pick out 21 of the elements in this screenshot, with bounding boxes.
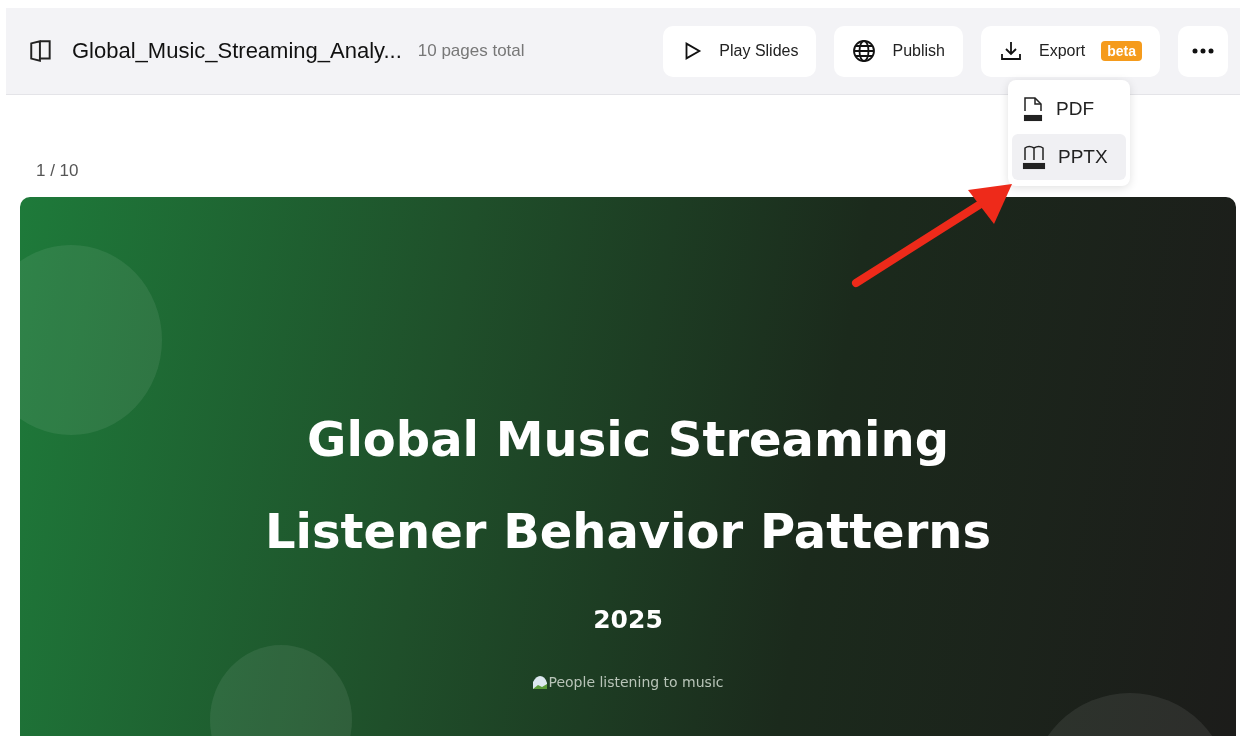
beta-badge: beta [1101,41,1142,61]
document-title: Global_Music_Streaming_Analy... [72,38,402,64]
globe-icon [852,39,877,63]
menu-item[interactable]: PDF [1012,86,1126,132]
pdf-file-icon [1020,95,1046,123]
page-indicator: 1 / 10 [36,161,80,181]
play-button[interactable]: Play Slides [663,25,817,77]
menu-item[interactable]: PPTX [1012,134,1126,180]
broken-image-icon [532,674,549,690]
slide-title: Global Music Streaming [307,410,949,469]
download-icon [998,39,1023,63]
image-alt-text: People listening to music [548,674,724,690]
book-icon [28,38,54,64]
export-button[interactable]: Export beta [980,25,1160,77]
slide-year: 2025 [593,605,663,634]
more-button[interactable] [1178,25,1228,77]
slide-title: Listener Behavior Patterns [264,502,992,561]
more-icon [1192,48,1214,54]
page-count: 10 pages total [417,41,525,61]
pptx-file-icon [1020,143,1048,171]
publish-button[interactable]: Publish [834,25,963,77]
